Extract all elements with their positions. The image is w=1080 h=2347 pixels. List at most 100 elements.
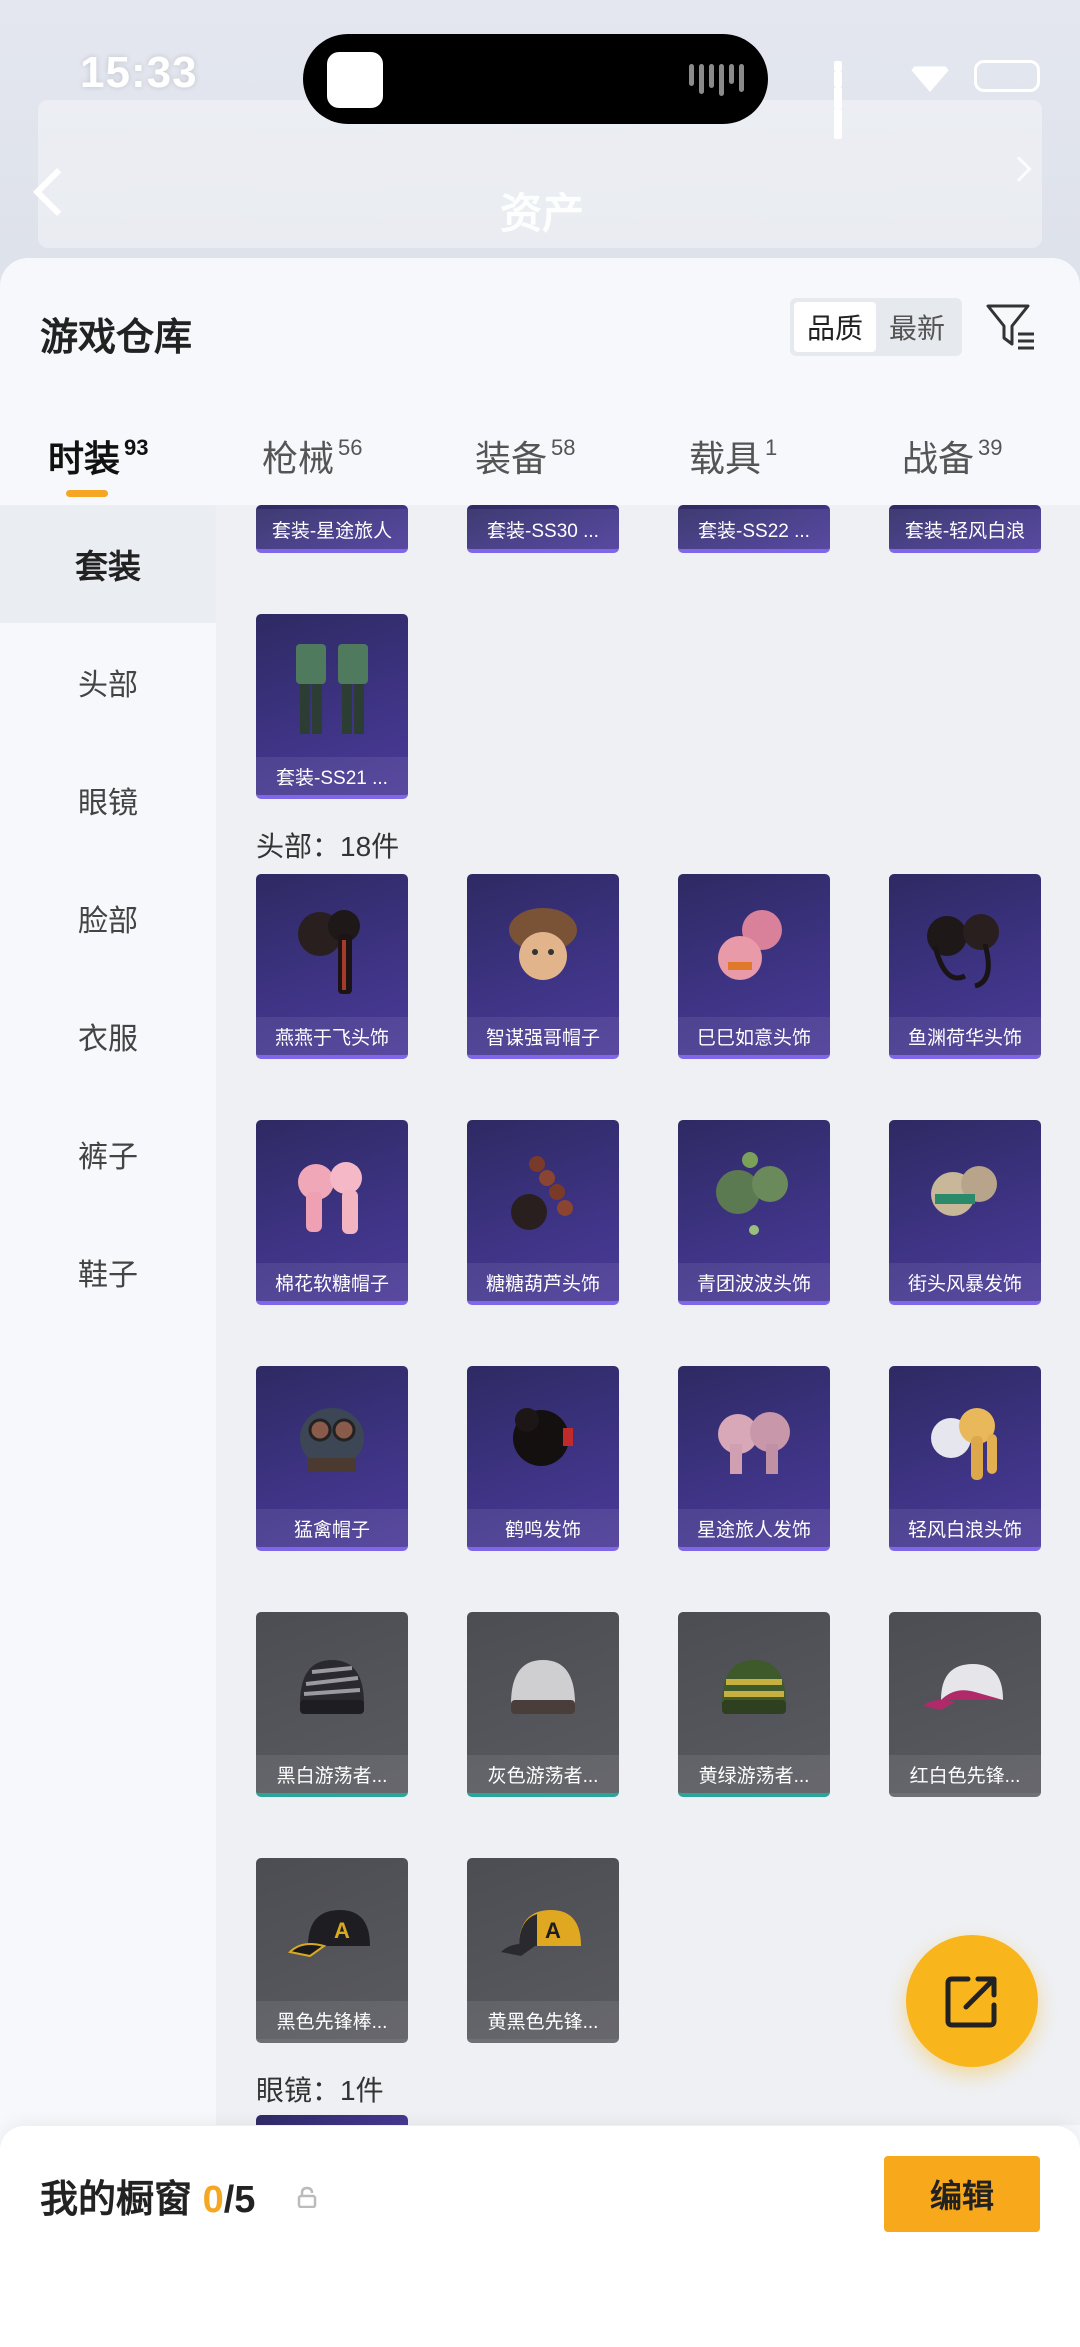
- outfit-icon: [296, 644, 368, 734]
- headwear-icon: [298, 910, 360, 994]
- headwear-icon: [513, 1408, 573, 1466]
- item-name: 黄绿游荡者...: [678, 1755, 830, 1793]
- item-name: 套装-SS30 ...: [467, 509, 619, 549]
- item-card[interactable]: 轻风白浪头饰: [889, 1366, 1041, 1551]
- beanie-icon: [722, 1660, 786, 1714]
- tab-fashion[interactable]: 时装 93: [48, 430, 149, 482]
- signal-icon: [834, 61, 886, 139]
- item-name: 巳巳如意头饰: [678, 1017, 830, 1055]
- item-name: 灰色游荡者...: [467, 1755, 619, 1793]
- sidebar-item-clothes[interactable]: 衣服: [0, 977, 216, 1095]
- item-name: 糖糖葫芦头饰: [467, 1263, 619, 1301]
- item-name: 鱼渊荷华头饰: [889, 1017, 1041, 1055]
- showcase-bar: 我的橱窗 0/5 编辑: [0, 2126, 1080, 2347]
- item-name: 黑白游荡者...: [256, 1755, 408, 1793]
- edit-button[interactable]: 编辑: [884, 2156, 1040, 2232]
- sort-latest-button[interactable]: 最新: [876, 302, 958, 352]
- item-name: 燕燕于飞头饰: [256, 1017, 408, 1055]
- item-name: 智谋强哥帽子: [467, 1017, 619, 1055]
- item-name: 星途旅人发饰: [678, 1509, 830, 1547]
- item-card[interactable]: 燕燕于飞头饰: [256, 874, 408, 1059]
- item-card[interactable]: 红白色先锋...: [889, 1612, 1041, 1797]
- item-name: 黑色先锋棒...: [256, 2001, 408, 2039]
- headwear-icon: [300, 1408, 364, 1472]
- headwear-icon: [511, 1156, 573, 1230]
- lock-icon: [297, 2186, 317, 2208]
- item-card[interactable]: [256, 2115, 408, 2125]
- item-card[interactable]: 套装-星途旅人: [256, 505, 408, 553]
- sidebar-item-shoes[interactable]: 鞋子: [0, 1213, 216, 1331]
- item-card[interactable]: 套装-SS30 ...: [467, 505, 619, 553]
- item-card[interactable]: 智谋强哥帽子: [467, 874, 619, 1059]
- item-card[interactable]: 黄绿游荡者...: [678, 1612, 830, 1797]
- share-icon: [945, 1976, 997, 2028]
- cap-icon: [923, 1664, 1003, 1710]
- item-card[interactable]: 棉花软糖帽子: [256, 1120, 408, 1305]
- headwear-icon: [718, 910, 782, 980]
- tab-vehicles[interactable]: 载具 1: [689, 430, 777, 482]
- item-card[interactable]: 糖糖葫芦头饰: [467, 1120, 619, 1305]
- item-card[interactable]: A 黑色先锋棒...: [256, 1858, 408, 2043]
- sheet-title: 游戏仓库: [40, 317, 193, 359]
- sidebar-item-head[interactable]: 头部: [0, 623, 216, 741]
- tab-equipment[interactable]: 装备 58: [475, 430, 576, 482]
- share-fab-button[interactable]: [906, 1935, 1038, 2067]
- item-name: 套装-轻风白浪: [889, 509, 1041, 549]
- headwear-icon: [716, 1152, 788, 1235]
- item-name: 套装-星途旅人: [256, 509, 408, 549]
- tab-supplies[interactable]: 战备 39: [902, 430, 1003, 482]
- item-card[interactable]: 街头风暴发饰: [889, 1120, 1041, 1305]
- sort-quality-button[interactable]: 品质: [794, 302, 876, 352]
- battery-icon: [974, 60, 1040, 92]
- headwear-icon: [927, 914, 999, 989]
- svg-text:A: A: [334, 1918, 350, 1943]
- category-tabs: 时装 93 枪械 56 装备 58 载具 1 战备 39: [0, 408, 1080, 518]
- sidebar-item-pants[interactable]: 裤子: [0, 1095, 216, 1213]
- headwear-icon: [298, 1162, 362, 1234]
- item-grid: 套装-星途旅人 套装-SS30 ... 套装-SS22 ... 套装-轻风白浪 …: [216, 505, 1080, 2125]
- item-card[interactable]: 灰色游荡者...: [467, 1612, 619, 1797]
- sidebar: 套装 头部 眼镜 脸部 衣服 裤子 鞋子: [0, 505, 216, 2125]
- item-card[interactable]: 套装-SS21 ...: [256, 614, 408, 799]
- item-card[interactable]: 青团波波头饰: [678, 1120, 830, 1305]
- headwear-icon: [509, 908, 577, 980]
- status-time: 15:33: [80, 48, 198, 97]
- section-title-head: 头部：18件: [256, 831, 400, 862]
- beanie-icon: [300, 1660, 364, 1714]
- item-name: 鹤鸣发饰: [467, 1509, 619, 1547]
- showcase-label: 我的橱窗 0/5: [40, 2179, 256, 2221]
- item-card[interactable]: 猛禽帽子: [256, 1366, 408, 1551]
- item-card[interactable]: 黑白游荡者...: [256, 1612, 408, 1797]
- item-name: 棉花软糖帽子: [256, 1263, 408, 1301]
- headwear-icon: [718, 1412, 790, 1474]
- audio-wave-icon: [689, 64, 744, 96]
- item-name: 红白色先锋...: [889, 1755, 1041, 1793]
- headwear-icon: [931, 1408, 997, 1480]
- item-card[interactable]: 鹤鸣发饰: [467, 1366, 619, 1551]
- filter-icon[interactable]: [984, 300, 1036, 352]
- sidebar-item-face[interactable]: 脸部: [0, 859, 216, 977]
- item-name: 青团波波头饰: [678, 1263, 830, 1301]
- item-card[interactable]: 巳巳如意头饰: [678, 874, 830, 1059]
- app-icon: [327, 52, 383, 108]
- sort-toggle: 品质 最新: [790, 298, 962, 356]
- tab-guns[interactable]: 枪械 56: [262, 430, 363, 482]
- item-name: 套装-SS21 ...: [256, 757, 408, 795]
- section-title-glasses: 眼镜：1件: [256, 2075, 384, 2106]
- item-name: 街头风暴发饰: [889, 1263, 1041, 1301]
- beanie-icon: [511, 1660, 575, 1714]
- system-icons: [834, 60, 1040, 139]
- item-card[interactable]: 套装-SS22 ...: [678, 505, 830, 553]
- item-name: 猛禽帽子: [256, 1509, 408, 1547]
- cap-icon: A: [287, 1910, 370, 1958]
- cap-icon: A: [501, 1910, 581, 1956]
- item-card[interactable]: A 黄黑色先锋...: [467, 1858, 619, 2043]
- svg-text:A: A: [545, 1918, 561, 1943]
- item-card[interactable]: 星途旅人发饰: [678, 1366, 830, 1551]
- item-card[interactable]: 鱼渊荷华头饰: [889, 874, 1041, 1059]
- sidebar-item-outfit[interactable]: 套装: [0, 505, 216, 623]
- item-card[interactable]: 套装-轻风白浪: [889, 505, 1041, 553]
- dynamic-island: [303, 34, 768, 124]
- sidebar-item-glasses[interactable]: 眼镜: [0, 741, 216, 859]
- item-name: 套装-SS22 ...: [678, 509, 830, 549]
